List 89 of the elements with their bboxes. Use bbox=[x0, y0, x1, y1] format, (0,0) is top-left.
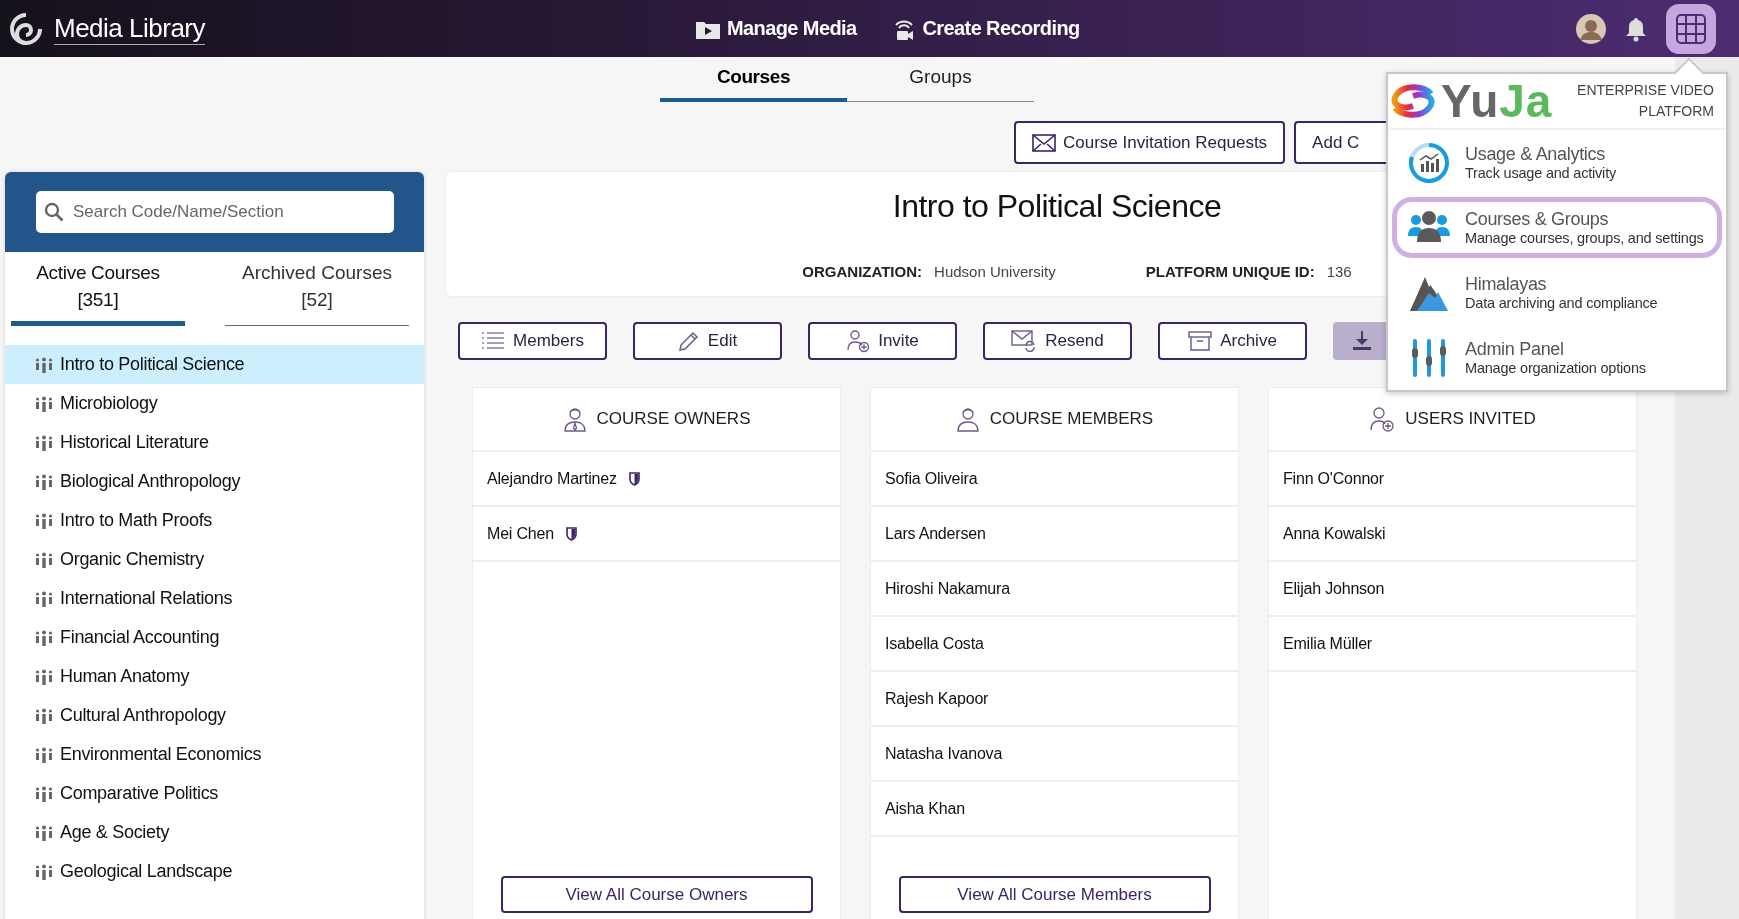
brand-tagline: ENTERPRISE VIDEO PLATFORM bbox=[1576, 81, 1714, 122]
person-icon bbox=[955, 406, 980, 432]
menu-item[interactable]: Himalayas Data archiving and compliance bbox=[1392, 262, 1722, 324]
sliders-icon bbox=[1409, 337, 1449, 378]
course-list-item[interactable]: Age & Society bbox=[5, 813, 424, 852]
nav-link[interactable]: Create Recording bbox=[890, 15, 1080, 42]
person-tie-icon bbox=[562, 406, 587, 432]
people-icon bbox=[35, 434, 53, 451]
detail-value: Hudson University bbox=[934, 263, 1056, 280]
search-field[interactable]: Search Code/Name/Section bbox=[36, 191, 394, 233]
person-name: Hiroshi Nakamura bbox=[885, 579, 1010, 598]
course-list-item[interactable]: Human Anatomy bbox=[5, 657, 424, 696]
people-icon bbox=[35, 356, 53, 373]
view-all-button[interactable]: View All Course Members bbox=[898, 876, 1211, 913]
course-list-item[interactable]: Organic Chemistry bbox=[5, 540, 424, 579]
archive-box-icon bbox=[1188, 331, 1213, 351]
people-icon bbox=[35, 551, 53, 568]
column-title: USERS INVITED bbox=[1405, 409, 1536, 429]
person-plus-icon bbox=[1369, 406, 1396, 432]
people-icon bbox=[35, 512, 53, 529]
course-list-item[interactable]: Environmental Economics bbox=[5, 735, 424, 774]
resend-button[interactable]: Resend bbox=[983, 322, 1132, 360]
menu-item[interactable]: Courses & Groups Manage courses, groups, and settings bbox=[1392, 197, 1722, 259]
people-icon bbox=[35, 395, 53, 412]
person-name: Isabella Costa bbox=[885, 634, 984, 653]
detail-label: ORGANIZATION: bbox=[802, 263, 923, 280]
course-list-item[interactable]: Geological Landscape bbox=[5, 852, 424, 891]
download-icon bbox=[1351, 330, 1373, 352]
person-name: Mei Chen bbox=[487, 524, 554, 543]
avatar-icon bbox=[1576, 13, 1606, 44]
course-list-item[interactable]: Intro to Math Proofs bbox=[5, 501, 424, 540]
people-icon bbox=[35, 707, 53, 724]
course-list-item[interactable]: Cultural Anthropology bbox=[5, 696, 424, 735]
bell-icon bbox=[1624, 15, 1648, 42]
person-name: Emilia Müller bbox=[1283, 634, 1372, 653]
person-name: Elijah Johnson bbox=[1283, 579, 1385, 598]
envelope-icon bbox=[1032, 133, 1056, 152]
detail-value: 136 bbox=[1326, 263, 1352, 280]
people-icon bbox=[35, 473, 53, 490]
tab[interactable]: Groups bbox=[847, 60, 1034, 102]
course-list-item[interactable]: Historical Literature bbox=[5, 423, 424, 462]
edit-button[interactable]: Edit bbox=[633, 322, 782, 360]
course-list-item[interactable]: Microbiology bbox=[5, 384, 424, 423]
view-all-button[interactable]: View All Course Owners bbox=[500, 876, 813, 913]
people-icon bbox=[35, 668, 53, 685]
list-button[interactable]: Members bbox=[458, 322, 607, 360]
brand-wordmark: YuJa bbox=[1441, 78, 1553, 125]
people-icon bbox=[35, 629, 53, 646]
course-list-item[interactable]: Comparative Politics bbox=[5, 774, 424, 813]
search-icon bbox=[44, 202, 64, 222]
apps-grid-button[interactable] bbox=[1666, 3, 1716, 54]
swirl-logo-icon bbox=[1391, 84, 1435, 119]
envelope-refresh-icon bbox=[1011, 330, 1038, 352]
person-name: Rajesh Kapoor bbox=[885, 689, 989, 708]
pencil-icon bbox=[677, 330, 700, 352]
people-icon bbox=[35, 746, 53, 763]
column-title: COURSE OWNERS bbox=[596, 409, 751, 429]
nav-link[interactable]: Manage Media bbox=[695, 15, 857, 42]
person-name: Aisha Khan bbox=[885, 799, 965, 818]
people-icon bbox=[35, 785, 53, 802]
course-list-item[interactable]: Financial Accounting bbox=[5, 618, 424, 657]
detail-label: PLATFORM UNIQUE ID: bbox=[1145, 263, 1315, 280]
person-name: Anna Kowalski bbox=[1283, 524, 1386, 543]
person-name: Finn O'Connor bbox=[1283, 469, 1384, 488]
people-icon bbox=[35, 824, 53, 841]
grid-icon bbox=[1676, 13, 1706, 44]
course-list-item[interactable]: Intro to Political Science bbox=[5, 345, 424, 384]
course-tab[interactable]: Archived Courses [52] bbox=[225, 259, 409, 326]
course-list-item[interactable]: International Relations bbox=[5, 579, 424, 618]
people-icon bbox=[35, 863, 53, 880]
app-title[interactable]: Media Library bbox=[54, 12, 205, 45]
swirl-logo-icon bbox=[8, 10, 44, 47]
course-tab[interactable]: Active Courses [351] bbox=[11, 259, 185, 326]
tab[interactable]: Courses bbox=[660, 60, 847, 102]
menu-item[interactable]: Admin Panel Manage organization options bbox=[1392, 327, 1722, 388]
course-title: Intro to Political Science bbox=[892, 188, 1222, 225]
chart-gauge-icon bbox=[1408, 141, 1450, 184]
column-title: COURSE MEMBERS bbox=[989, 409, 1154, 429]
person-plus-icon bbox=[846, 329, 871, 353]
people-icon bbox=[35, 590, 53, 607]
person-name: Alejandro Martinez bbox=[487, 469, 617, 488]
archive-button[interactable]: Archive bbox=[1158, 322, 1307, 360]
invite-button[interactable]: Invite bbox=[808, 322, 957, 360]
person-name: Sofia Oliveira bbox=[885, 469, 978, 488]
person-name: Lars Andersen bbox=[885, 524, 986, 543]
course-list-item[interactable]: Biological Anthropology bbox=[5, 462, 424, 501]
person-name: Natasha Ivanova bbox=[885, 744, 1003, 763]
list-icon bbox=[481, 331, 506, 351]
invitation-requests-button[interactable]: Course Invitation Requests bbox=[1014, 121, 1286, 164]
